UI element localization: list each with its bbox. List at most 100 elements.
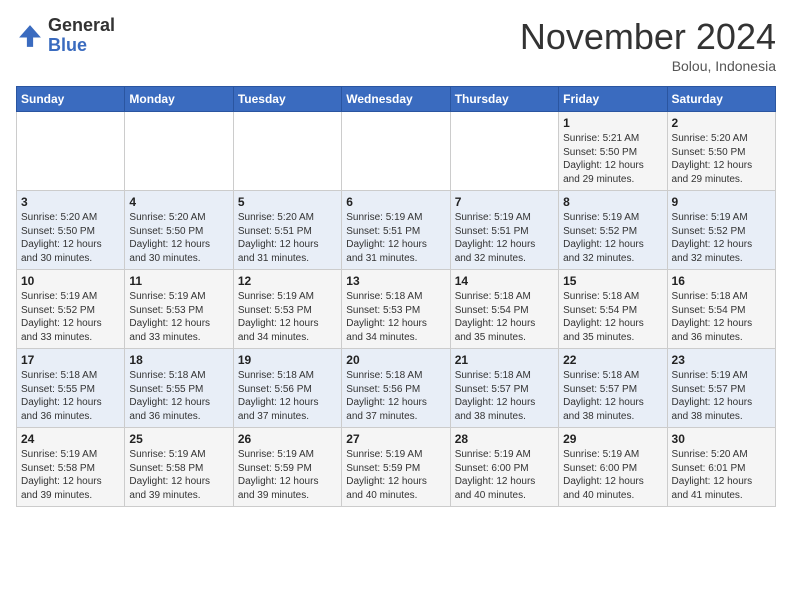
calendar-cell: 24 Sunrise: 5:19 AM Sunset: 5:58 PM Dayli… (17, 428, 125, 507)
calendar-week-row: 1 Sunrise: 5:21 AM Sunset: 5:50 PM Daylig… (17, 112, 776, 191)
day-number: 4 (129, 195, 228, 209)
day-number: 30 (672, 432, 771, 446)
calendar-cell: 29 Sunrise: 5:19 AM Sunset: 6:00 PM Dayli… (559, 428, 667, 507)
day-number: 15 (563, 274, 662, 288)
weekday-header: Sunday (17, 87, 125, 112)
day-number: 20 (346, 353, 445, 367)
day-number: 6 (346, 195, 445, 209)
calendar-cell: 21Sunrise: 5:18 AM Sunset: 5:57 PM Dayli… (450, 349, 558, 428)
day-info: Sunrise: 5:19 AM Sunset: 6:00 PM Dayligh… (563, 448, 662, 502)
day-number: 25 (129, 432, 228, 446)
calendar-cell: 6 Sunrise: 5:19 AM Sunset: 5:51 PM Daylig… (342, 191, 450, 270)
day-info: Sunrise: 5:19 AM Sunset: 5:52 PM Dayligh… (563, 211, 662, 265)
day-info: Sunrise: 5:19 AM Sunset: 5:53 PM Dayligh… (238, 290, 337, 344)
day-number: 18 (129, 353, 228, 367)
day-number: 12 (238, 274, 337, 288)
logo-blue: Blue (48, 36, 115, 56)
calendar-cell: 10 Sunrise: 5:19 AM Sunset: 5:52 PM Dayli… (17, 270, 125, 349)
day-info: Sunrise: 5:20 AM Sunset: 5:50 PM Dayligh… (129, 211, 228, 265)
calendar-cell: 20 Sunrise: 5:18 AM Sunset: 5:56 PM Dayli… (342, 349, 450, 428)
day-number: 17 (21, 353, 120, 367)
day-info: Sunrise: 5:19 AM Sunset: 5:52 PM Dayligh… (21, 290, 120, 344)
day-number: 24 (21, 432, 120, 446)
calendar-cell: 23Sunrise: 5:19 AM Sunset: 5:57 PM Dayli… (667, 349, 775, 428)
logo: General Blue (16, 16, 115, 56)
day-info: Sunrise: 5:19 AM Sunset: 5:51 PM Dayligh… (455, 211, 554, 265)
calendar-cell: 5Sunrise: 5:20 AM Sunset: 5:51 PM Daylig… (233, 191, 341, 270)
day-number: 27 (346, 432, 445, 446)
day-info: Sunrise: 5:20 AM Sunset: 5:50 PM Dayligh… (21, 211, 120, 265)
calendar-cell: 9 Sunrise: 5:19 AM Sunset: 5:52 PM Daylig… (667, 191, 775, 270)
day-number: 10 (21, 274, 120, 288)
title-block: November 2024 Bolou, Indonesia (520, 16, 776, 74)
day-number: 22 (563, 353, 662, 367)
calendar-cell: 27 Sunrise: 5:19 AM Sunset: 5:59 PM Dayli… (342, 428, 450, 507)
calendar-cell (233, 112, 341, 191)
weekday-header-row: SundayMondayTuesdayWednesdayThursdayFrid… (17, 87, 776, 112)
weekday-header: Monday (125, 87, 233, 112)
day-info: Sunrise: 5:18 AM Sunset: 5:55 PM Dayligh… (21, 369, 120, 423)
day-info: Sunrise: 5:20 AM Sunset: 6:01 PM Dayligh… (672, 448, 771, 502)
day-info: Sunrise: 5:19 AM Sunset: 5:59 PM Dayligh… (346, 448, 445, 502)
day-info: Sunrise: 5:18 AM Sunset: 5:53 PM Dayligh… (346, 290, 445, 344)
weekday-header: Saturday (667, 87, 775, 112)
calendar-cell: 7 Sunrise: 5:19 AM Sunset: 5:51 PM Daylig… (450, 191, 558, 270)
day-number: 3 (21, 195, 120, 209)
day-info: Sunrise: 5:18 AM Sunset: 5:54 PM Dayligh… (455, 290, 554, 344)
day-info: Sunrise: 5:19 AM Sunset: 5:53 PM Dayligh… (129, 290, 228, 344)
day-number: 8 (563, 195, 662, 209)
day-info: Sunrise: 5:19 AM Sunset: 5:51 PM Dayligh… (346, 211, 445, 265)
day-number: 21 (455, 353, 554, 367)
calendar-table: SundayMondayTuesdayWednesdayThursdayFrid… (16, 86, 776, 507)
day-number: 19 (238, 353, 337, 367)
day-number: 7 (455, 195, 554, 209)
day-info: Sunrise: 5:18 AM Sunset: 5:56 PM Dayligh… (346, 369, 445, 423)
calendar-cell: 14 Sunrise: 5:18 AM Sunset: 5:54 PM Dayli… (450, 270, 558, 349)
calendar-cell (450, 112, 558, 191)
calendar-cell: 4 Sunrise: 5:20 AM Sunset: 5:50 PM Daylig… (125, 191, 233, 270)
day-number: 13 (346, 274, 445, 288)
logo-general: General (48, 16, 115, 36)
weekday-header: Friday (559, 87, 667, 112)
calendar-cell (17, 112, 125, 191)
location: Bolou, Indonesia (520, 58, 776, 74)
calendar-cell (125, 112, 233, 191)
calendar-cell: 8 Sunrise: 5:19 AM Sunset: 5:52 PM Daylig… (559, 191, 667, 270)
month-title: November 2024 (520, 16, 776, 58)
day-info: Sunrise: 5:19 AM Sunset: 5:58 PM Dayligh… (129, 448, 228, 502)
day-number: 1 (563, 116, 662, 130)
calendar-cell: 3 Sunrise: 5:20 AM Sunset: 5:50 PM Daylig… (17, 191, 125, 270)
day-info: Sunrise: 5:18 AM Sunset: 5:56 PM Dayligh… (238, 369, 337, 423)
day-info: Sunrise: 5:19 AM Sunset: 5:57 PM Dayligh… (672, 369, 771, 423)
day-info: Sunrise: 5:19 AM Sunset: 5:59 PM Dayligh… (238, 448, 337, 502)
day-number: 9 (672, 195, 771, 209)
weekday-header: Tuesday (233, 87, 341, 112)
day-number: 16 (672, 274, 771, 288)
calendar-cell: 18 Sunrise: 5:18 AM Sunset: 5:55 PM Dayli… (125, 349, 233, 428)
day-info: Sunrise: 5:20 AM Sunset: 5:51 PM Dayligh… (238, 211, 337, 265)
day-info: Sunrise: 5:18 AM Sunset: 5:55 PM Dayligh… (129, 369, 228, 423)
day-number: 28 (455, 432, 554, 446)
day-number: 26 (238, 432, 337, 446)
weekday-header: Wednesday (342, 87, 450, 112)
day-info: Sunrise: 5:19 AM Sunset: 5:58 PM Dayligh… (21, 448, 120, 502)
calendar-cell: 12 Sunrise: 5:19 AM Sunset: 5:53 PM Dayli… (233, 270, 341, 349)
day-info: Sunrise: 5:18 AM Sunset: 5:54 PM Dayligh… (563, 290, 662, 344)
calendar-cell: 2Sunrise: 5:20 AM Sunset: 5:50 PM Daylig… (667, 112, 775, 191)
calendar-cell: 1 Sunrise: 5:21 AM Sunset: 5:50 PM Daylig… (559, 112, 667, 191)
calendar-cell: 15 Sunrise: 5:18 AM Sunset: 5:54 PM Dayli… (559, 270, 667, 349)
calendar-cell: 25 Sunrise: 5:19 AM Sunset: 5:58 PM Dayli… (125, 428, 233, 507)
calendar-cell: 26 Sunrise: 5:19 AM Sunset: 5:59 PM Dayli… (233, 428, 341, 507)
day-info: Sunrise: 5:18 AM Sunset: 5:57 PM Dayligh… (563, 369, 662, 423)
calendar-week-row: 10 Sunrise: 5:19 AM Sunset: 5:52 PM Dayli… (17, 270, 776, 349)
day-info: Sunrise: 5:19 AM Sunset: 5:52 PM Dayligh… (672, 211, 771, 265)
calendar-cell: 19 Sunrise: 5:18 AM Sunset: 5:56 PM Dayli… (233, 349, 341, 428)
day-number: 29 (563, 432, 662, 446)
day-info: Sunrise: 5:21 AM Sunset: 5:50 PM Dayligh… (563, 132, 662, 186)
logo-text: General Blue (48, 16, 115, 56)
day-info: Sunrise: 5:20 AM Sunset: 5:50 PM Dayligh… (672, 132, 771, 186)
calendar-cell: 16Sunrise: 5:18 AM Sunset: 5:54 PM Dayli… (667, 270, 775, 349)
day-number: 14 (455, 274, 554, 288)
logo-icon (16, 22, 44, 50)
calendar-week-row: 3 Sunrise: 5:20 AM Sunset: 5:50 PM Daylig… (17, 191, 776, 270)
